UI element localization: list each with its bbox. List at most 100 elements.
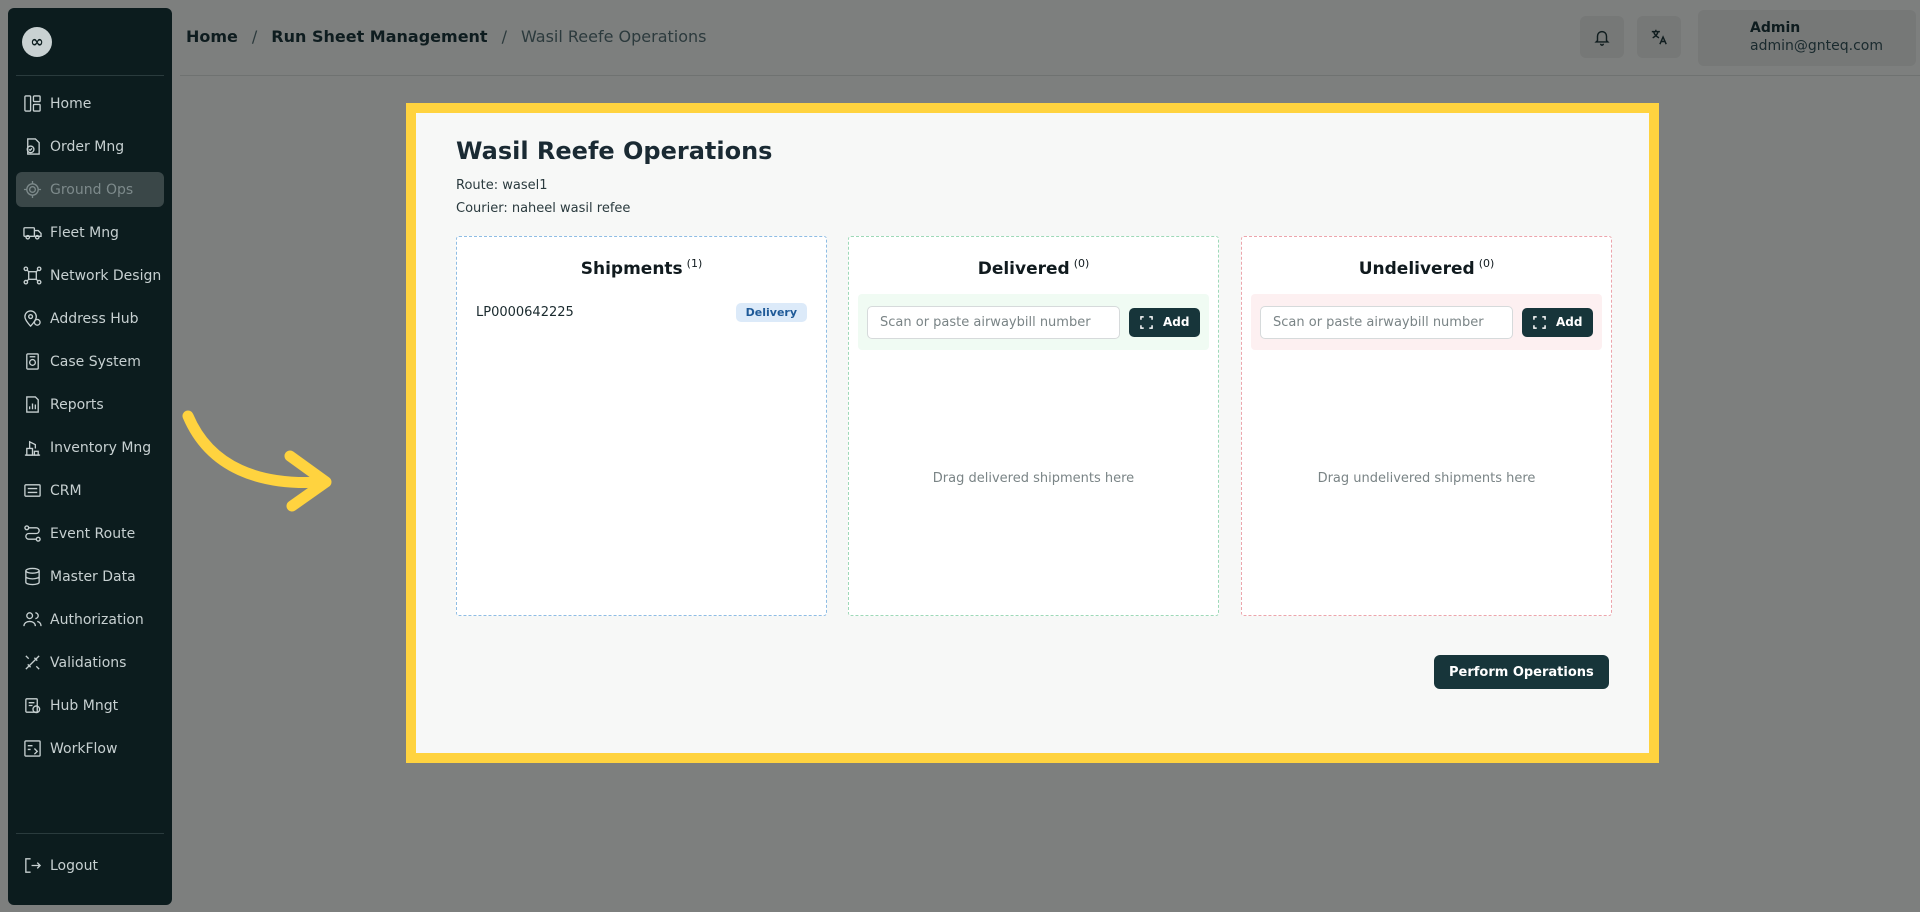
delivered-panel[interactable]: Delivered(0) Add Drag delivered shipment…	[848, 236, 1219, 616]
undelivered-add-button[interactable]: Add	[1522, 307, 1594, 337]
truck-icon	[22, 223, 42, 243]
highlight-arrow-icon	[182, 410, 332, 512]
delivered-title-label: Delivered	[977, 259, 1070, 279]
sidebar-item-hub-mngt[interactable]: Hub Mngt	[16, 688, 164, 723]
undelivered-scan-box: Add	[1251, 294, 1602, 350]
translate-icon	[1651, 29, 1667, 45]
sidebar-item-ground-ops[interactable]: Ground Ops	[16, 172, 164, 207]
delivered-add-button[interactable]: Add	[1129, 307, 1201, 337]
location-pin-icon	[22, 309, 42, 329]
undelivered-panel[interactable]: Undelivered(0) Add Drag undelivered ship…	[1241, 236, 1612, 616]
shipment-id: LP0000642225	[476, 304, 574, 320]
sidebar-item-label: Fleet Mng	[50, 224, 119, 241]
breadcrumb-home[interactable]: Home	[186, 27, 238, 46]
undelivered-title-label: Undelivered	[1358, 259, 1475, 279]
operations-content: Wasil Reefe Operations Route: wasel1 Cou…	[456, 123, 1619, 753]
delivered-title: Delivered (0)	[849, 257, 1218, 279]
report-icon	[22, 395, 42, 415]
shipments-panel: Shipments (1) LP0000642225 Delivery	[456, 236, 827, 616]
sidebar-item-label: Home	[50, 95, 92, 112]
sidebar-item-validations[interactable]: Validations	[16, 645, 164, 680]
sidebar-item-order-mng[interactable]: Order Mng	[16, 129, 164, 164]
undelivered-drop-hint: Drag undelivered shipments here	[1317, 471, 1536, 486]
sidebar-item-label: Inventory Mng	[50, 439, 152, 456]
sidebar-item-workflow[interactable]: WorkFlow	[16, 731, 164, 766]
sidebar-item-label: Reports	[50, 396, 104, 413]
delivered-scan-box: Add	[858, 294, 1209, 350]
sidebar-item-authorization[interactable]: Authorization	[16, 602, 164, 637]
hub-icon	[22, 696, 42, 716]
shipment-item[interactable]: LP0000642225 Delivery	[476, 300, 807, 324]
operations-frame: Wasil Reefe Operations Route: wasel1 Cou…	[406, 103, 1659, 763]
language-button[interactable]	[1637, 16, 1681, 58]
app-logo[interactable]: ∞	[22, 26, 52, 57]
delivered-awb-input[interactable]	[867, 305, 1120, 339]
sidebar-item-event-route[interactable]: Event Route	[16, 516, 164, 551]
sidebar-item-address-hub[interactable]: Address Hub	[16, 301, 164, 336]
sidebar-item-label: Ground Ops	[50, 181, 134, 198]
scan-icon	[1140, 315, 1153, 329]
crm-icon	[22, 481, 42, 501]
users-icon	[22, 610, 42, 630]
delivered-drop-hint: Drag delivered shipments here	[932, 471, 1135, 486]
case-icon	[22, 352, 42, 372]
order-icon	[22, 137, 42, 157]
workflow-icon	[22, 739, 42, 759]
logout-icon	[22, 856, 42, 876]
user-email: admin@gnteq.com	[1750, 38, 1883, 54]
logout-button[interactable]: Logout	[16, 848, 164, 883]
sidebar-item-home[interactable]: Home	[16, 86, 164, 121]
shipment-type-badge: Delivery	[735, 302, 807, 322]
sidebar-item-label: Network Design	[50, 267, 162, 284]
sidebar-item-master-data[interactable]: Master Data	[16, 559, 164, 594]
bell-icon	[1594, 30, 1610, 46]
breadcrumb-run-sheet-management[interactable]: Run Sheet Management	[271, 27, 487, 46]
breadcrumb-current: Wasil Reefe Operations	[520, 27, 707, 46]
shipments-count: (1)	[686, 257, 703, 270]
user-name: Admin	[1750, 20, 1801, 36]
network-icon	[22, 266, 42, 286]
shipments-title: Shipments (1)	[457, 257, 826, 279]
top-header: Home / Run Sheet Management / Wasil Reef…	[180, 0, 1920, 76]
sidebar: ∞ Home Order Mng Ground Ops Fleet Mng Ne…	[8, 8, 172, 905]
logout-label: Logout	[50, 857, 98, 874]
sidebar-item-label: CRM	[50, 482, 82, 499]
logout-area: Logout	[16, 833, 164, 905]
sidebar-item-label: Order Mng	[50, 138, 125, 155]
undelivered-count: (0)	[1478, 257, 1495, 270]
inventory-icon	[22, 438, 42, 458]
sidebar-nav: Home Order Mng Ground Ops Fleet Mng Netw…	[8, 76, 172, 774]
breadcrumb-separator: /	[251, 27, 258, 46]
shipments-title-label: Shipments	[580, 259, 683, 279]
sidebar-item-case-system[interactable]: Case System	[16, 344, 164, 379]
tools-icon	[22, 653, 42, 673]
user-menu[interactable]: Admin admin@gnteq.com	[1698, 10, 1916, 66]
sidebar-item-crm[interactable]: CRM	[16, 473, 164, 508]
sidebar-item-label: Validations	[50, 654, 127, 671]
delivered-add-label: Add	[1163, 315, 1190, 329]
logo-area: ∞	[16, 8, 164, 76]
route-info: Route: wasel1	[456, 178, 548, 193]
sidebar-item-fleet-mng[interactable]: Fleet Mng	[16, 215, 164, 250]
database-icon	[22, 567, 42, 587]
scan-icon	[1533, 315, 1546, 329]
sidebar-item-reports[interactable]: Reports	[16, 387, 164, 422]
courier-info: Courier: naheel wasil refee	[456, 201, 631, 216]
undelivered-add-label: Add	[1556, 315, 1583, 329]
sidebar-item-label: Authorization	[50, 611, 144, 628]
page-title: Wasil Reefe Operations	[456, 137, 773, 165]
delivered-count: (0)	[1073, 257, 1090, 270]
notifications-button[interactable]	[1580, 16, 1624, 58]
breadcrumb: Home / Run Sheet Management / Wasil Reef…	[186, 27, 707, 46]
undelivered-awb-input[interactable]	[1260, 305, 1513, 339]
route-icon	[22, 524, 42, 544]
sidebar-item-label: Event Route	[50, 525, 136, 542]
perform-operations-button[interactable]: Perform Operations	[1434, 655, 1609, 689]
sidebar-item-network-design[interactable]: Network Design	[16, 258, 164, 293]
sidebar-item-label: Master Data	[50, 568, 136, 585]
ground-ops-icon	[22, 180, 42, 200]
sidebar-item-label: WorkFlow	[50, 740, 118, 757]
sidebar-item-label: Case System	[50, 353, 141, 370]
dashboard-icon	[22, 94, 42, 114]
sidebar-item-inventory-mng[interactable]: Inventory Mng	[16, 430, 164, 465]
